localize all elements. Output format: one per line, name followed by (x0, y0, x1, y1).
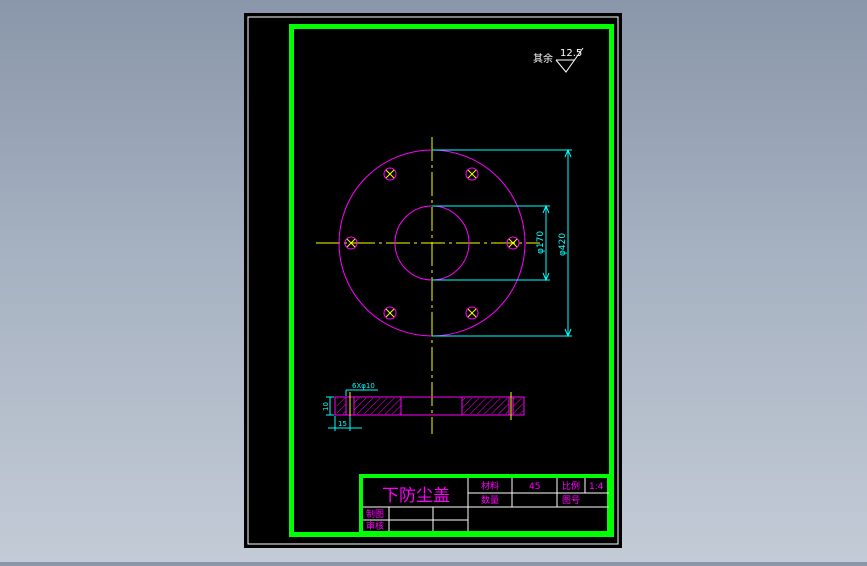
cad-viewport[interactable]: 其余 12.5 φ170 φ420 6Xφ10 10 15 下防尘盖 材料 45… (0, 0, 867, 562)
drawing-no-label: 图号 (562, 495, 580, 506)
title-block: 下防尘盖 材料 45 比例 1:4 数量 图号 制图 审核 (359, 474, 611, 535)
scale-value: 1:4 (589, 482, 604, 492)
hole-offset-label: 15 (338, 420, 347, 428)
part-name: 下防尘盖 (382, 486, 450, 506)
hole-spec-label: 6Xφ10 (352, 382, 375, 390)
scale-label: 比例 (562, 480, 580, 492)
thickness-label: 10 (322, 402, 330, 411)
checked-label: 审核 (366, 520, 384, 532)
surface-finish-label: 其余 (533, 52, 553, 65)
drawing-canvas[interactable]: 其余 12.5 φ170 φ420 6Xφ10 10 15 下防尘盖 材料 45… (0, 0, 867, 562)
material-label: 材料 (481, 480, 499, 492)
quantity-label: 数量 (481, 494, 499, 506)
inner-diameter-label: φ170 (536, 231, 546, 254)
drawn-label: 制图 (366, 508, 384, 520)
material-value: 45 (529, 482, 540, 492)
outer-diameter-label: φ420 (558, 233, 568, 256)
